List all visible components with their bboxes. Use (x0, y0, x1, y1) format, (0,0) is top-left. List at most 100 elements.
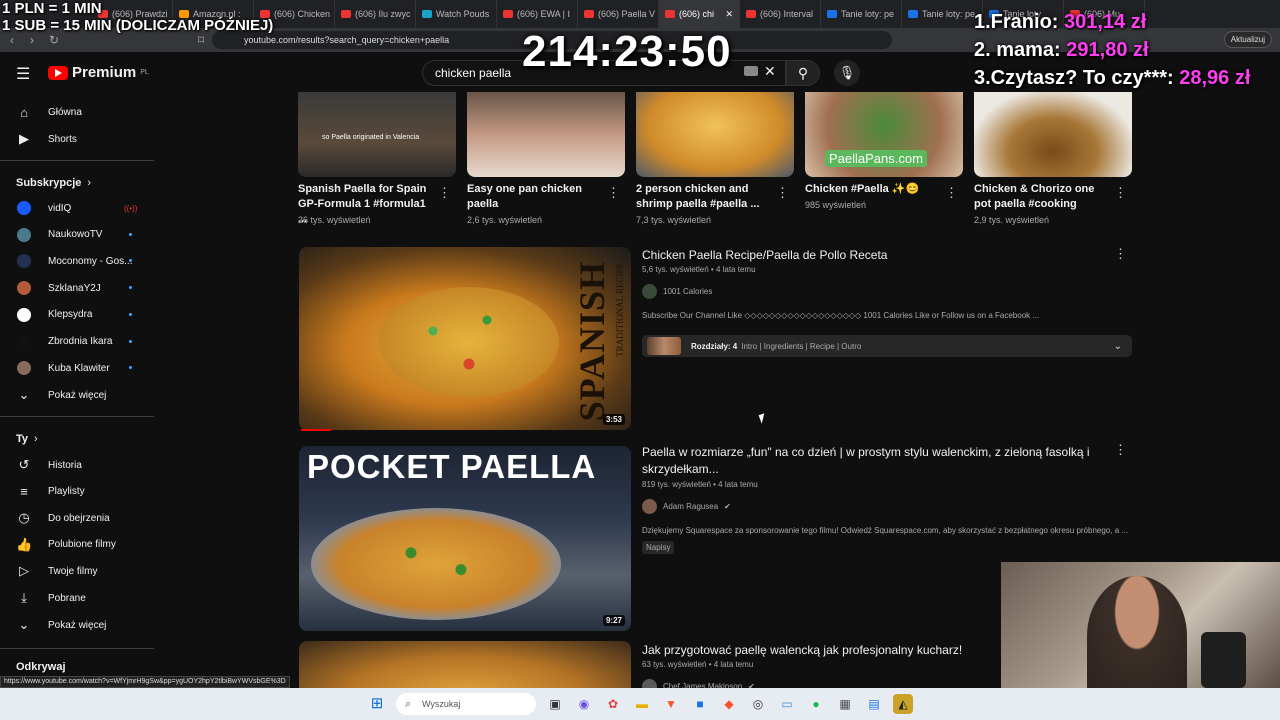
back-icon[interactable]: ‹ (10, 33, 14, 47)
more-actions-icon[interactable]: ⋮ (438, 185, 451, 201)
channel-avatar (642, 499, 657, 514)
subscription-label: NaukowoTV (48, 229, 103, 241)
browser-tab[interactable]: Tanie loty: pe (902, 0, 983, 28)
chapters-bar[interactable]: Rozdziały: 4 Intro | Ingredients | Recip… (642, 335, 1132, 357)
voice-search-button[interactable]: 🎙 (834, 60, 860, 86)
show-more-subscriptions[interactable]: ⌄ Pokaż więcej (0, 382, 154, 408)
sidebar-item-playlist[interactable]: ≡ Playlisty (0, 479, 154, 505)
search-button[interactable]: ⚲ (786, 60, 820, 86)
sidebar-item-home[interactable]: ⌂ Główna (0, 99, 154, 125)
sidebar-item-label: Pobrane (48, 592, 86, 604)
subscription-label: Moconomy - Gos... (48, 255, 133, 267)
bookmark-icon[interactable]: ⌑ (198, 33, 204, 47)
short-views: 2,9 tys. wyświetleń (974, 215, 1050, 225)
show-more-you[interactable]: ⌄ Pokaż więcej (0, 612, 154, 638)
obs-icon[interactable]: ◎ (748, 694, 768, 714)
leaderboard-name: 2. mama: (974, 39, 1061, 61)
windows-start-icon[interactable]: ⊞ (367, 694, 387, 714)
copilot-icon[interactable]: ◉ (574, 694, 594, 714)
sidebar-item-your-videos[interactable]: ▷ Twoje filmy (0, 558, 154, 584)
task-view-icon[interactable]: ▣ (545, 694, 565, 714)
sidebar-subscription[interactable]: Klepsydra (0, 302, 154, 328)
file-explorer-icon[interactable]: ▬ (632, 694, 652, 714)
channel-link[interactable]: 1001 Calories (642, 284, 712, 299)
keyboard-icon[interactable] (744, 66, 758, 76)
chevron-down-icon[interactable]: ⌄ (1114, 341, 1122, 352)
windows-taskbar: ⊞ Wyszukaj ▣ ◉ ✿ ▬ ▼ ■ ◆ ◎ ▭ ● ▦ ▤ ◭ (0, 688, 1280, 720)
channel-link[interactable]: Adam Ragusea ✔ (642, 499, 731, 514)
chevron-down-icon: ⌄ (18, 387, 30, 402)
hamburger-menu-icon[interactable]: ☰ (16, 64, 30, 84)
more-actions-icon[interactable]: ⋮ (1114, 246, 1127, 262)
short-thumbnail[interactable] (974, 92, 1132, 177)
short-title[interactable]: Chicken & Chorizo one pot paella #cookin… (974, 182, 1106, 212)
spotify-icon[interactable]: ● (806, 694, 826, 714)
more-actions-icon[interactable]: ⋮ (945, 185, 958, 201)
brave-browser-icon[interactable]: ▼ (661, 694, 681, 714)
webcam-overlay (1001, 562, 1280, 688)
brave-active-icon[interactable]: ◆ (719, 694, 739, 714)
sidebar-item-watch-later[interactable]: ◷ Do obejrzenia (0, 505, 154, 531)
store-icon[interactable]: ■ (690, 694, 710, 714)
sidebar-subscription[interactable]: Moconomy - Gos... (0, 248, 154, 274)
sidebar-item-like[interactable]: 👍 Polubione filmy (0, 532, 154, 558)
home-icon: ⌂ (20, 104, 28, 120)
clear-search-icon[interactable]: ✕ (764, 63, 776, 80)
notepad-icon[interactable]: ▤ (864, 694, 884, 714)
browser-tab[interactable]: (606) Paella V (578, 0, 659, 28)
subscriptions-header[interactable]: Subskrypcje › (16, 177, 91, 189)
reload-icon[interactable]: ↻ (49, 33, 59, 47)
more-actions-icon[interactable]: ⋮ (1114, 442, 1127, 458)
browser-tab[interactable]: (606) Ilu zwyc (335, 0, 416, 28)
browser-tab[interactable]: (606) EWA | I (497, 0, 578, 28)
sidebar-item-history[interactable]: ↺ Historia (0, 452, 154, 478)
sidebar-item-download[interactable]: ⤓ Pobrane (0, 585, 154, 611)
more-actions-icon[interactable]: ⋮ (1114, 185, 1127, 201)
channel-name: Adam Ragusea (663, 502, 719, 511)
short-views: 7,3 tys. wyświetleń (636, 215, 712, 225)
sidebar-item-label: Polubione filmy (48, 539, 116, 551)
monitor-app-icon[interactable]: ▭ (777, 694, 797, 714)
short-title[interactable]: Easy one pan chicken paella (467, 182, 599, 212)
colorful-app-icon[interactable]: ✿ (603, 694, 623, 714)
short-views: 26 tys. wyświetleń (298, 215, 371, 225)
new-content-dot (129, 366, 132, 370)
video-thumbnail[interactable]: POCKET PAELLA 9:27 (299, 446, 631, 631)
sidebar-divider (0, 160, 154, 161)
taskbar-search[interactable]: Wyszukaj (396, 693, 536, 715)
video-title[interactable]: Paella w rozmiarze „fun" na co dzień | w… (642, 444, 1102, 478)
video-thumbnail[interactable]: SPANISH TRADITIONAL RECIPE 3:53 (299, 247, 631, 430)
sidebar-divider (0, 416, 154, 417)
short-title[interactable]: Chicken #Paella ✨😊 (805, 182, 937, 197)
channel-avatar (17, 361, 31, 376)
short-thumbnail[interactable] (636, 92, 794, 177)
game-app-icon[interactable]: ◭ (893, 694, 913, 714)
short-title[interactable]: 2 person chicken and shrimp paella #pael… (636, 182, 768, 212)
sidebar-item-shorts[interactable]: ▶ Shorts (0, 126, 154, 152)
youtube-logo[interactable]: Premium PL (48, 64, 149, 81)
browser-tab[interactable]: Tanie loty: pe (821, 0, 902, 28)
video-title[interactable]: Chicken Paella Recipe/Paella de Pollo Re… (642, 247, 1102, 264)
sidebar-subscription[interactable]: NaukowoTV (0, 222, 154, 248)
sidebar-subscription[interactable]: Kuba Klawiter (0, 355, 154, 381)
more-actions-icon[interactable]: ⋮ (607, 185, 620, 201)
calculator-icon[interactable]: ▦ (835, 694, 855, 714)
more-actions-icon[interactable]: ⋮ (776, 185, 789, 201)
browser-tab[interactable]: (606) chi ✕ (659, 0, 740, 28)
browser-tab[interactable]: (606) Interval (740, 0, 821, 28)
sidebar-subscription[interactable]: Zbrodnia Ikara (0, 329, 154, 355)
close-tab-icon[interactable]: ✕ (725, 9, 733, 20)
chapters-list: Intro | Ingredients | Recipe | Outro (741, 341, 862, 351)
sidebar-subscription[interactable]: SzklanaY2J (0, 275, 154, 301)
tab-label: Tanie loty: pe (922, 9, 976, 19)
sidebar-subscription[interactable]: vidIQ ((•)) (0, 195, 154, 221)
short-thumbnail[interactable]: PaellaPans.com (805, 92, 963, 177)
forward-icon[interactable]: › (30, 33, 34, 47)
short-thumbnail[interactable]: so Paella originated in Valencia (298, 92, 456, 177)
subscription-label: vidIQ (48, 202, 72, 214)
browser-tab[interactable]: Watch Pouds (416, 0, 497, 28)
short-thumbnail[interactable] (467, 92, 625, 177)
you-header[interactable]: Ty › (16, 433, 38, 445)
leaderboard-amount: 291,80 zł (1066, 39, 1149, 61)
short-caption: so Paella originated in Valencia (322, 134, 420, 141)
